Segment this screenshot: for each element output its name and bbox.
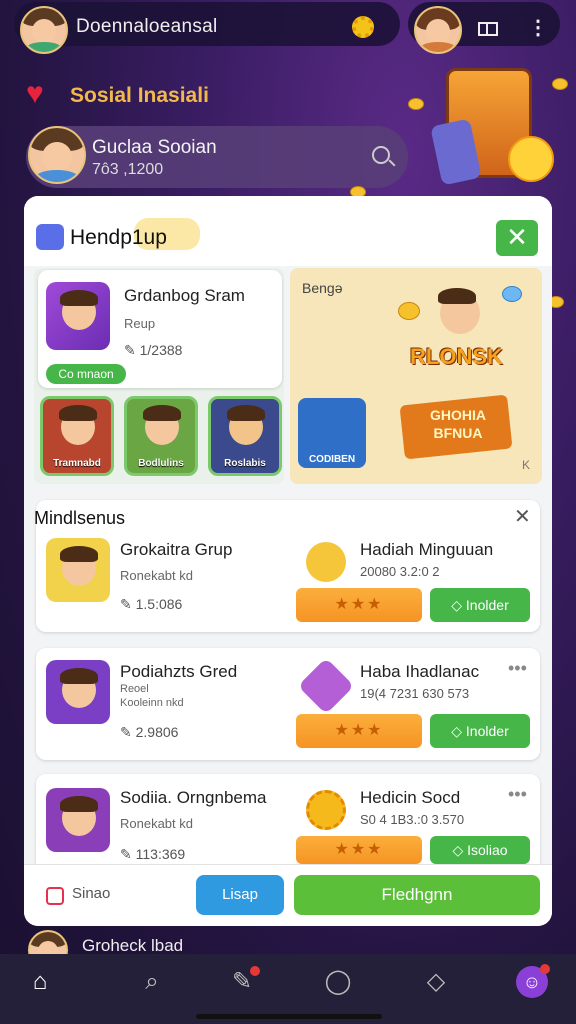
reward-title: Hadiah Minguuan <box>360 540 494 559</box>
open-button[interactable]: ◇ Inolder <box>430 588 530 622</box>
open-button[interactable]: ◇ Isoliao <box>430 836 530 864</box>
friend-avatar[interactable] <box>414 6 462 54</box>
row-thumbnail[interactable] <box>46 538 110 602</box>
user-avatar[interactable] <box>20 6 68 54</box>
reward-title: Haba Ihadlanac <box>360 662 480 681</box>
reward-icon <box>306 542 346 582</box>
rating-button[interactable]: ★★★ <box>296 836 422 864</box>
search-icon[interactable] <box>372 146 390 164</box>
gear-icon[interactable] <box>352 16 374 38</box>
coin-icon <box>552 78 568 90</box>
promo-badge-text: GHOHIA BFNUA <box>430 407 486 441</box>
featured-sub: Reup <box>124 316 156 331</box>
image-icon <box>46 887 64 905</box>
profile-number: 7ô3 ,1200 <box>92 161 164 178</box>
promo-panel[interactable]: Bengə RLONSK CODIBEN GHOHIA BFNUA K <box>290 268 542 484</box>
reward-sub: 19(4 7231 630 573 <box>360 686 470 701</box>
card-header: Hendp1up ✕ <box>24 196 552 266</box>
promo-corner-mark: K <box>522 458 531 472</box>
row-count: ✎ 2.9806 <box>120 724 179 740</box>
mini-thumbnail[interactable]: Roslabis <box>208 396 282 476</box>
list-title: Mindlsenus <box>34 508 126 528</box>
notification-badge <box>540 964 550 974</box>
main-card: Hendp1up ✕ Grdanbog Sram Reup ✎ 1/2388 C… <box>24 196 552 926</box>
row-thumbnail[interactable] <box>46 660 110 724</box>
home-icon[interactable]: ⌂ <box>24 966 56 998</box>
grid-icon[interactable] <box>478 22 498 36</box>
footer-label[interactable]: Sinao <box>72 885 110 902</box>
card-title: Hendp1up <box>70 226 167 249</box>
featured-section: Grdanbog Sram Reup ✎ 1/2388 Co mnaon Tra… <box>34 268 542 486</box>
bottom-user-name: Groheck lbad <box>82 936 184 955</box>
row-title: Sodiia. Orngnbema <box>120 788 267 807</box>
primary-button[interactable]: Fledhgnn <box>294 875 540 915</box>
message-icon[interactable]: ◇ <box>420 966 452 998</box>
section-title: Sosial Inasiali <box>70 84 209 107</box>
featured-name: Grdanbog Sram <box>124 286 245 305</box>
mini-thumbnail-label: Roslabis <box>224 458 266 469</box>
open-button[interactable]: ◇ Inolder <box>430 714 530 748</box>
row-count: ✎ 113:369 <box>120 846 186 862</box>
row-count: ✎ 1.5:086 <box>120 596 183 612</box>
more-icon[interactable]: ••• <box>508 658 527 679</box>
home-indicator <box>196 1014 382 1019</box>
card-footer: Sinao Lisap Fledhgnn <box>24 864 552 926</box>
profile-name: Guclaa Sooian <box>92 137 217 158</box>
treasure-illustration <box>416 60 566 200</box>
promo-label: Bengə <box>302 280 343 296</box>
close-button[interactable]: ✕ <box>496 220 538 256</box>
app-icon <box>36 224 64 250</box>
row-sub: Ronekabt kd <box>120 568 193 583</box>
row-title: Podiahzts Gred <box>120 662 238 681</box>
close-icon[interactable]: ✕ <box>514 504 531 529</box>
reward-title: Hedicin Socd <box>360 788 461 807</box>
mini-thumbnail[interactable]: Tramnabd <box>40 396 114 476</box>
featured-left: Grdanbog Sram Reup ✎ 1/2388 Co mnaon Tra… <box>34 268 284 484</box>
row-sub: Ronekabt kd <box>120 816 193 831</box>
sun-icon <box>306 790 346 830</box>
row-title: Grokaitra Grup <box>120 540 233 559</box>
rating-button[interactable]: ★★★ <box>296 588 422 622</box>
search-icon[interactable]: ⌕ <box>136 966 168 998</box>
more-icon[interactable]: ••• <box>508 784 527 805</box>
promo-logo: RLONSK <box>410 344 503 369</box>
heart-icon: ♥ <box>26 77 44 110</box>
chat-icon[interactable]: ◯ <box>322 966 354 998</box>
profile-avatar[interactable] <box>28 126 86 184</box>
chest-label: CODIBEN <box>308 454 356 465</box>
notification-badge <box>250 966 260 976</box>
promo-hero-image <box>392 286 534 386</box>
reward-sub: 20080 3.2:0 2 <box>360 564 440 579</box>
app-title: Doennaloeansal <box>76 16 218 37</box>
featured-card[interactable]: Grdanbog Sram Reup ✎ 1/2388 Co mnaon <box>38 270 282 388</box>
featured-tag[interactable]: Co mnaon <box>46 364 126 384</box>
rating-button[interactable]: ★★★ <box>296 714 422 748</box>
mini-thumbnail[interactable]: Bodlulins <box>124 396 198 476</box>
mini-thumbnail-label: Bodlulins <box>138 458 184 469</box>
row-sub: Reoel Kooleinn nkd <box>120 683 184 709</box>
row-thumbnail[interactable] <box>46 788 110 852</box>
mini-thumbnail-label: Tramnabd <box>53 458 101 469</box>
coin-icon <box>408 98 424 110</box>
featured-count: ✎ 1/2388 <box>124 342 183 358</box>
reward-sub: S0 4 1B3.:0 3.570 <box>360 812 465 827</box>
more-menu-icon[interactable]: ⋮ <box>528 16 548 40</box>
featured-thumbnail <box>46 282 110 350</box>
secondary-button[interactable]: Lisap <box>196 875 284 915</box>
